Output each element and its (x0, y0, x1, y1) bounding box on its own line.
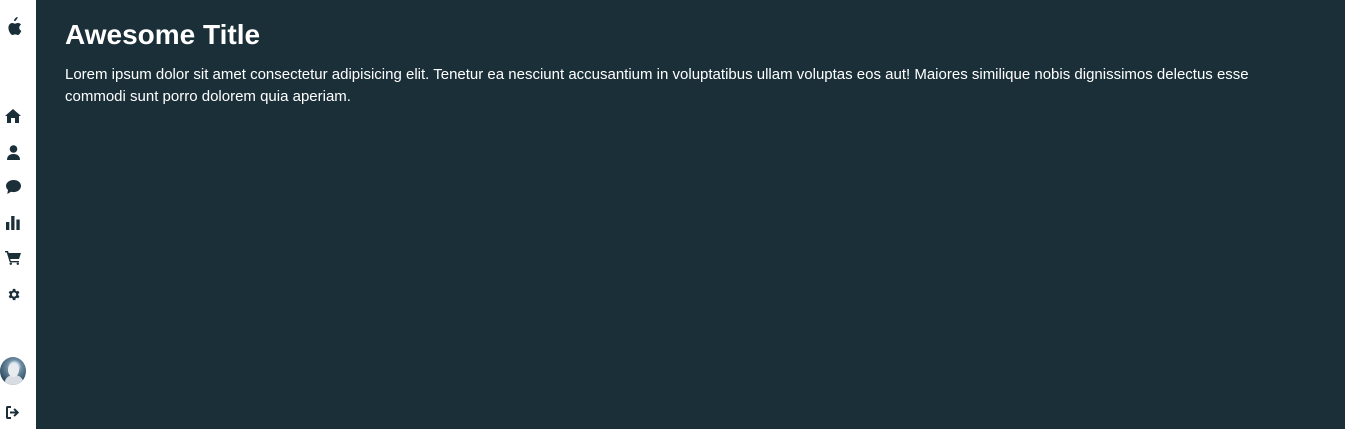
bar-chart-icon (6, 216, 20, 230)
sidebar-item-messages[interactable] (0, 176, 26, 198)
gear-icon (8, 288, 19, 300)
page-title: Awesome Title (65, 19, 261, 50)
sign-out-icon (5, 405, 19, 419)
sidebar-item-user[interactable] (0, 141, 26, 163)
avatar[interactable] (0, 357, 26, 385)
user-icon (6, 144, 20, 160)
apple-icon[interactable] (5, 16, 23, 38)
sidebar-item-settings[interactable] (0, 283, 26, 305)
home-icon (5, 109, 21, 123)
sidebar-item-home[interactable] (0, 105, 26, 127)
sidebar (0, 0, 36, 429)
avatar-face (8, 363, 19, 377)
body-text: Lorem ipsum dolor sit amet consectetur a… (65, 66, 1249, 105)
sidebar-item-analytics[interactable] (0, 212, 26, 234)
logout-button[interactable] (0, 401, 26, 423)
comment-icon (5, 180, 21, 194)
main-content: Awesome Title Lorem ipsum dolor sit amet… (36, 0, 1345, 429)
sidebar-item-cart[interactable] (0, 247, 26, 269)
shopping-cart-icon (5, 251, 21, 265)
